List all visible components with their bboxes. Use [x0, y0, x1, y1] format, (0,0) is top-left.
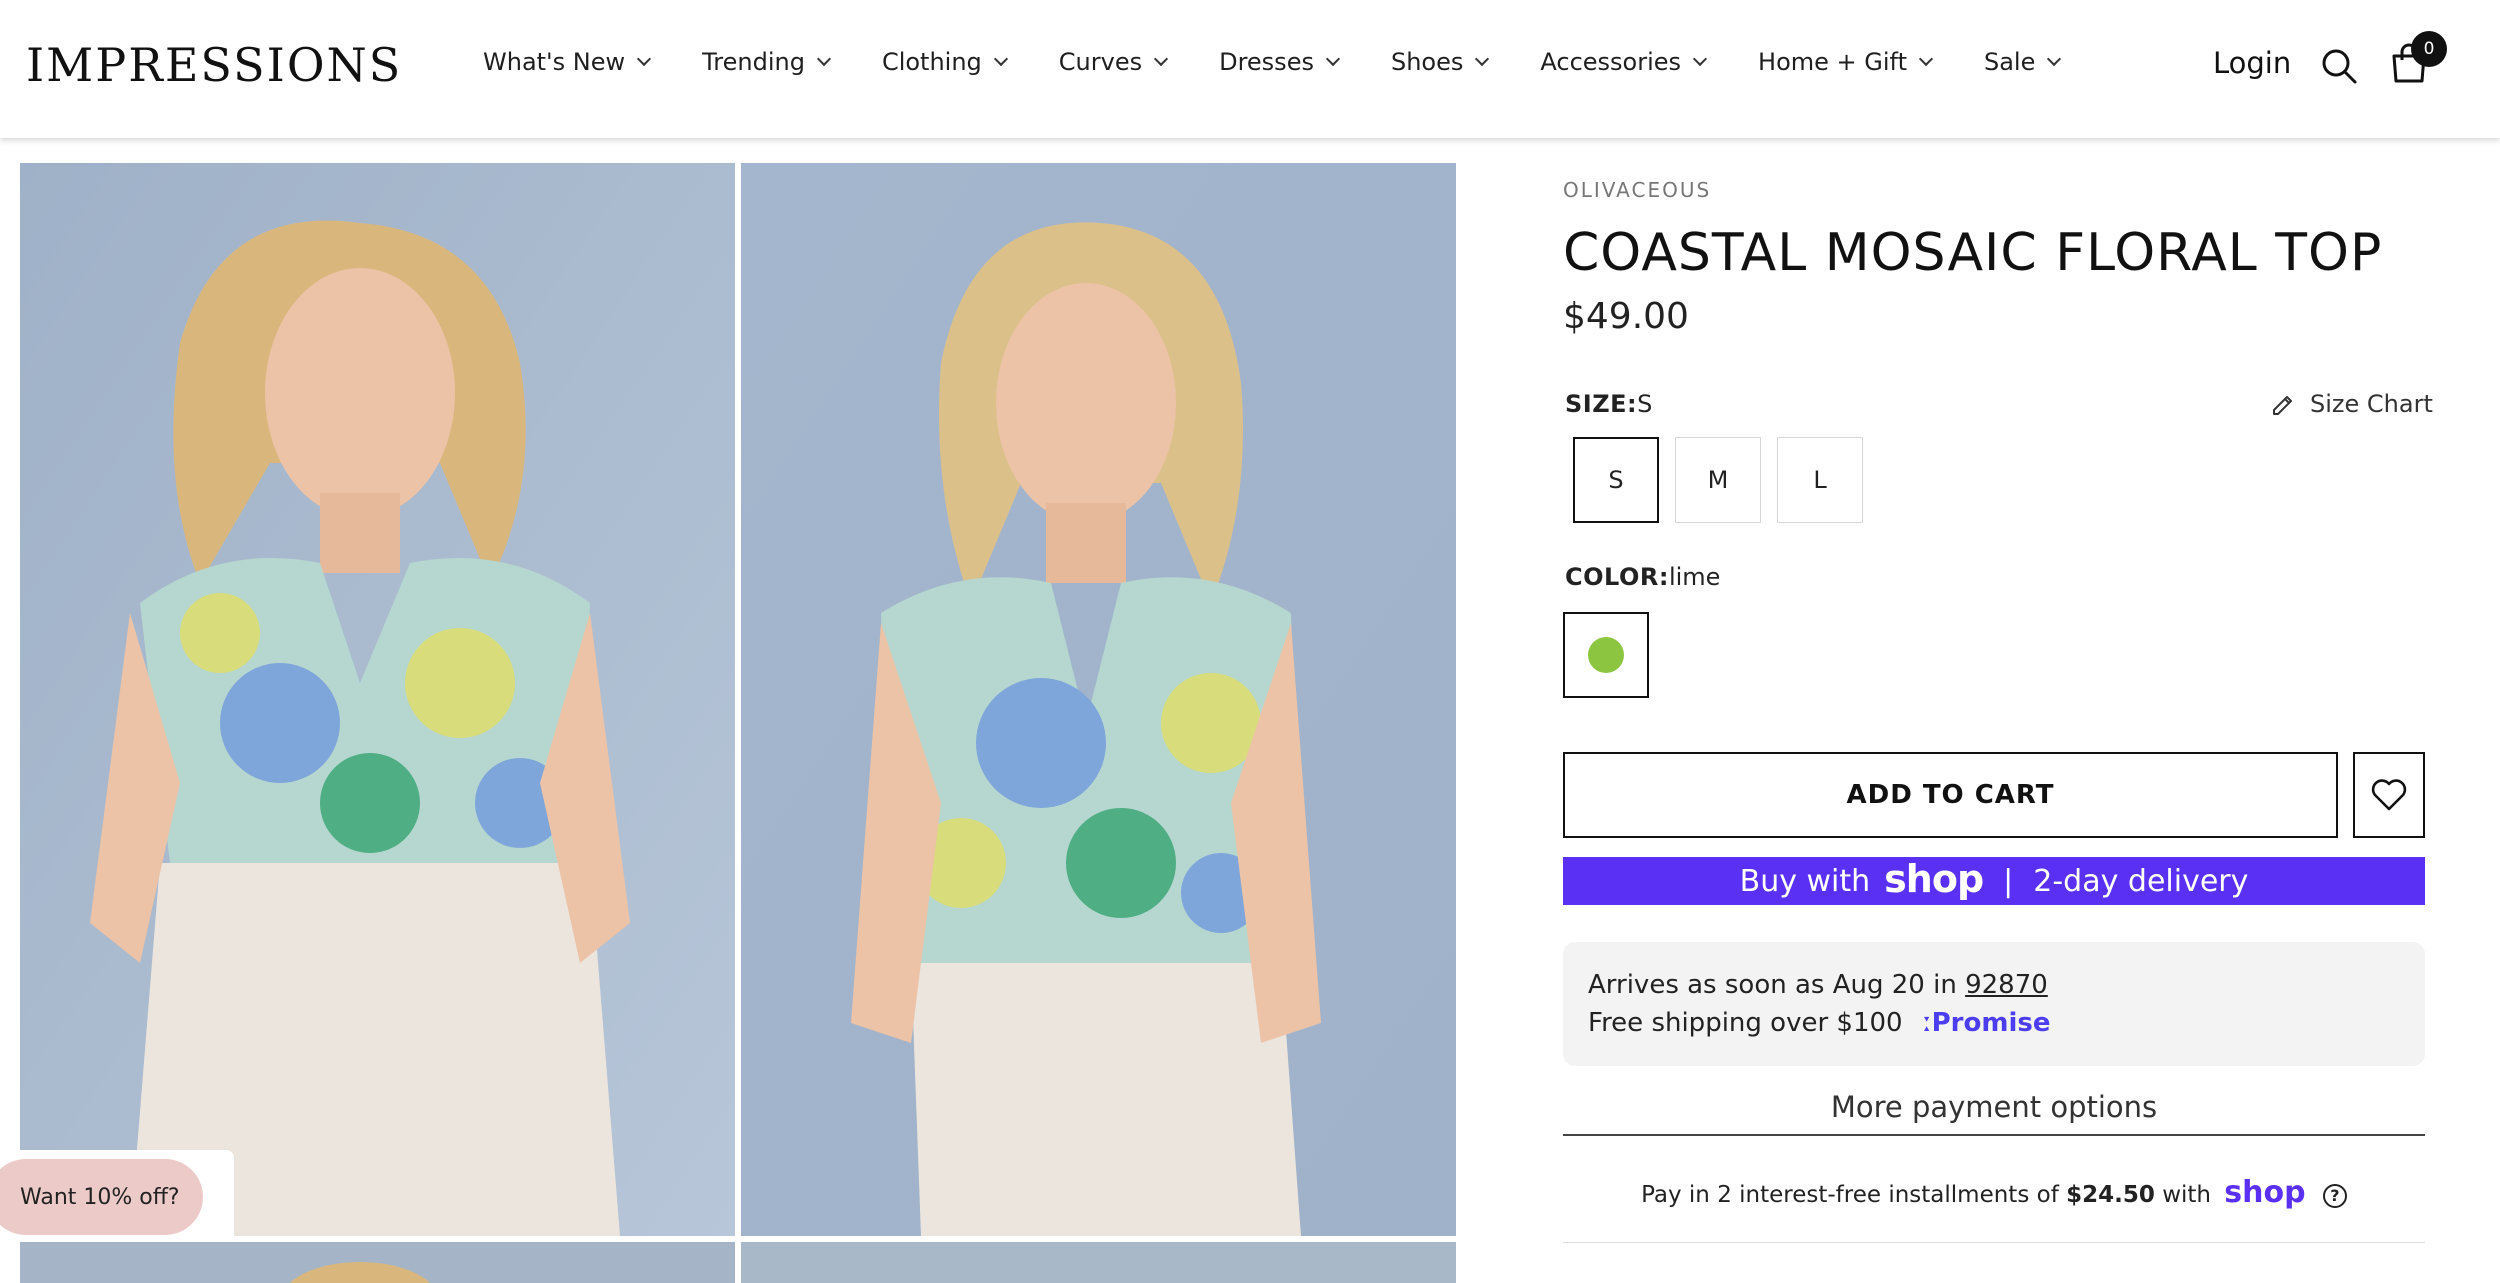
search-icon[interactable]: [2320, 47, 2358, 85]
free-shipping-text: Free shipping over $100: [1588, 1008, 1903, 1038]
color-option-label: COLOR:lime: [1565, 563, 1720, 591]
shop-pay-logo-small: shop: [2224, 1175, 2306, 1210]
discount-popup-button[interactable]: Want 10% off?: [0, 1159, 203, 1235]
chevron-down-icon: [1918, 51, 1934, 67]
chevron-down-icon: [1154, 51, 1169, 67]
arrival-text: Arrives as soon as Aug 20 in: [1588, 970, 1957, 1000]
chevron-down-icon: [816, 51, 832, 67]
product-title: COASTAL MOSAIC FLORAL TOP: [1563, 223, 2383, 283]
installments-amount: $24.50: [2066, 1182, 2155, 1208]
site-logo[interactable]: IMPRESSIONS: [26, 38, 402, 92]
product-price: $49.00: [1563, 296, 1689, 337]
nav-item-home-gift[interactable]: Home + Gift: [1758, 48, 1934, 76]
shipping-line: Free shipping over $100 ːPromise: [1588, 1004, 2425, 1042]
nav-item-dresses[interactable]: Dresses: [1219, 48, 1341, 76]
shop-pay-prefix: Buy with: [1739, 863, 1871, 899]
shop-pay-suffix: 2-day delivery: [2033, 863, 2249, 899]
nav-label: Trending: [702, 48, 805, 76]
zip-code-link[interactable]: 92870: [1965, 970, 2048, 1000]
nav-item-shoes[interactable]: Shoes: [1390, 48, 1490, 76]
help-icon[interactable]: ?: [2322, 1183, 2347, 1208]
size-label-value: S: [1637, 390, 1653, 418]
size-option-label: SIZE:S: [1565, 390, 1652, 418]
installments-prefix: Pay in 2 interest-free installments of: [1641, 1182, 2059, 1208]
chevron-down-icon: [2047, 51, 2062, 67]
promise-label: Promise: [1931, 1008, 2051, 1038]
color-label-key: COLOR:: [1565, 563, 1669, 591]
nav-item-accessories[interactable]: Accessories: [1540, 48, 1708, 76]
chevron-down-icon: [993, 51, 1008, 67]
nav-label: Home + Gift: [1758, 48, 1907, 76]
shop-pay-separator: |: [2003, 863, 2014, 899]
size-option-m[interactable]: M: [1675, 437, 1761, 523]
size-option-s[interactable]: S: [1573, 437, 1659, 523]
heart-icon: [2371, 779, 2407, 811]
product-image-smile[interactable]: [741, 163, 1456, 1236]
wishlist-button[interactable]: [2353, 752, 2425, 838]
promise-badge[interactable]: ːPromise: [1923, 1008, 2051, 1038]
buy-with-shop-pay-button[interactable]: Buy with shop | 2-day delivery: [1563, 857, 2425, 905]
nav-label: Shoes: [1390, 48, 1464, 76]
size-option-l[interactable]: L: [1777, 437, 1863, 523]
nav-label: Clothing: [881, 48, 982, 76]
product-vendor[interactable]: OLIVACEOUS: [1563, 178, 1711, 202]
login-link[interactable]: Login: [2213, 46, 2291, 80]
promise-icon: ː: [1922, 1008, 1932, 1038]
size-label-key: SIZE:: [1565, 390, 1638, 418]
size-chart-label: Size Chart: [2310, 390, 2433, 418]
installments-with: with: [2162, 1182, 2211, 1208]
size-chart-link[interactable]: Size Chart: [2270, 390, 2433, 418]
delivery-estimate-box: Arrives as soon as Aug 20 in 92870 Free …: [1563, 942, 2425, 1066]
nav-item-trending[interactable]: Trending: [702, 48, 832, 76]
chevron-down-icon: [637, 51, 652, 67]
add-to-cart-button[interactable]: ADD TO CART: [1563, 752, 2338, 838]
nav-label: What's New: [483, 48, 626, 76]
arrival-line: Arrives as soon as Aug 20 in 92870: [1588, 966, 2425, 1004]
chevron-down-icon: [1692, 51, 1708, 67]
main-nav: What's New Trending Clothing Curves Dres…: [483, 48, 2112, 76]
color-label-value: lime: [1668, 563, 1721, 591]
product-image-4[interactable]: [741, 1242, 1456, 1283]
chevron-down-icon: [1325, 51, 1341, 67]
product-image-front[interactable]: [20, 163, 735, 1236]
section-divider: [1563, 1242, 2425, 1243]
installments-message: Pay in 2 interest-free installments of $…: [1563, 1175, 2425, 1210]
nav-label: Sale: [1983, 48, 2036, 76]
nav-item-clothing[interactable]: Clothing: [881, 48, 1008, 76]
site-header: IMPRESSIONS What's New Trending Clothing…: [0, 0, 2500, 138]
color-swatch-lime[interactable]: [1563, 612, 1649, 698]
nav-item-curves[interactable]: Curves: [1058, 48, 1169, 76]
color-swatch-dot: [1588, 637, 1624, 673]
cart-count-badge: 0: [2411, 31, 2447, 67]
nav-item-sale[interactable]: Sale: [1983, 48, 2062, 76]
nav-label: Accessories: [1540, 48, 1682, 76]
nav-label: Dresses: [1219, 48, 1314, 76]
ruler-icon: [2273, 396, 2292, 415]
shop-pay-logo: shop: [1884, 857, 1984, 901]
product-image-3[interactable]: [20, 1242, 735, 1283]
more-payment-options-link[interactable]: More payment options: [1563, 1090, 2425, 1136]
nav-item-whats-new[interactable]: What's New: [483, 48, 652, 76]
nav-label: Curves: [1058, 48, 1143, 76]
chevron-down-icon: [1475, 51, 1490, 67]
